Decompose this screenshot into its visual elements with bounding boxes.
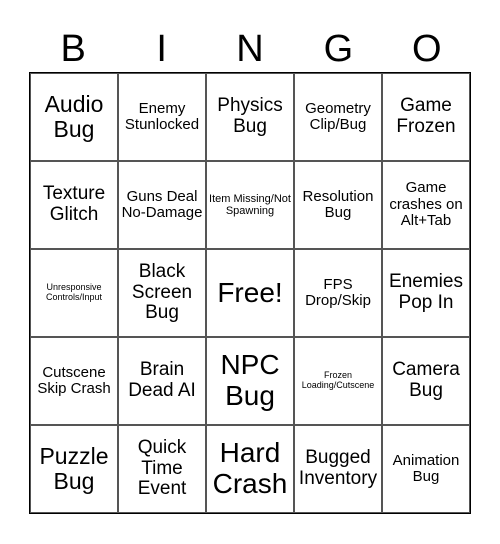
bingo-header: B I N G O [29, 26, 471, 72]
bingo-cell[interactable]: Hard Crash [206, 425, 294, 513]
bingo-cell[interactable]: Physics Bug [206, 73, 294, 161]
header-letter-i: I [156, 28, 167, 70]
bingo-cell[interactable]: Puzzle Bug [30, 425, 118, 513]
bingo-cell[interactable]: Audio Bug [30, 73, 118, 161]
bingo-cell[interactable]: Black Screen Bug [118, 249, 206, 337]
bingo-cell[interactable]: Game crashes on Alt+Tab [382, 161, 470, 249]
bingo-cell[interactable]: FPS Drop/Skip [294, 249, 382, 337]
bingo-cell[interactable]: Enemy Stunlocked [118, 73, 206, 161]
bingo-cell[interactable]: NPC Bug [206, 337, 294, 425]
bingo-grid: Audio Bug Enemy Stunlocked Physics Bug G… [29, 72, 471, 514]
bingo-cell[interactable]: Cutscene Skip Crash [30, 337, 118, 425]
bingo-cell[interactable]: Game Frozen [382, 73, 470, 161]
bingo-cell[interactable]: Camera Bug [382, 337, 470, 425]
header-letter-b: B [60, 28, 86, 70]
bingo-cell[interactable]: Quick Time Event [118, 425, 206, 513]
bingo-cell[interactable]: Guns Deal No-Damage [118, 161, 206, 249]
header-letter-n: N [236, 28, 264, 70]
bingo-cell[interactable]: Item Missing/Not Spawning [206, 161, 294, 249]
bingo-cell[interactable]: Unresponsive Controls/Input [30, 249, 118, 337]
bingo-cell[interactable]: Texture Glitch [30, 161, 118, 249]
bingo-cell[interactable]: Animation Bug [382, 425, 470, 513]
bingo-cell[interactable]: Geometry Clip/Bug [294, 73, 382, 161]
header-letter-o: O [412, 28, 442, 70]
bingo-cell[interactable]: Brain Dead AI [118, 337, 206, 425]
bingo-cell[interactable]: Bugged Inventory [294, 425, 382, 513]
header-letter-g: G [323, 28, 354, 70]
bingo-cell[interactable]: Frozen Loading/Cutscene [294, 337, 382, 425]
free-space-cell[interactable]: Free! [206, 249, 294, 337]
bingo-cell[interactable]: Resolution Bug [294, 161, 382, 249]
bingo-cell[interactable]: Enemies Pop In [382, 249, 470, 337]
